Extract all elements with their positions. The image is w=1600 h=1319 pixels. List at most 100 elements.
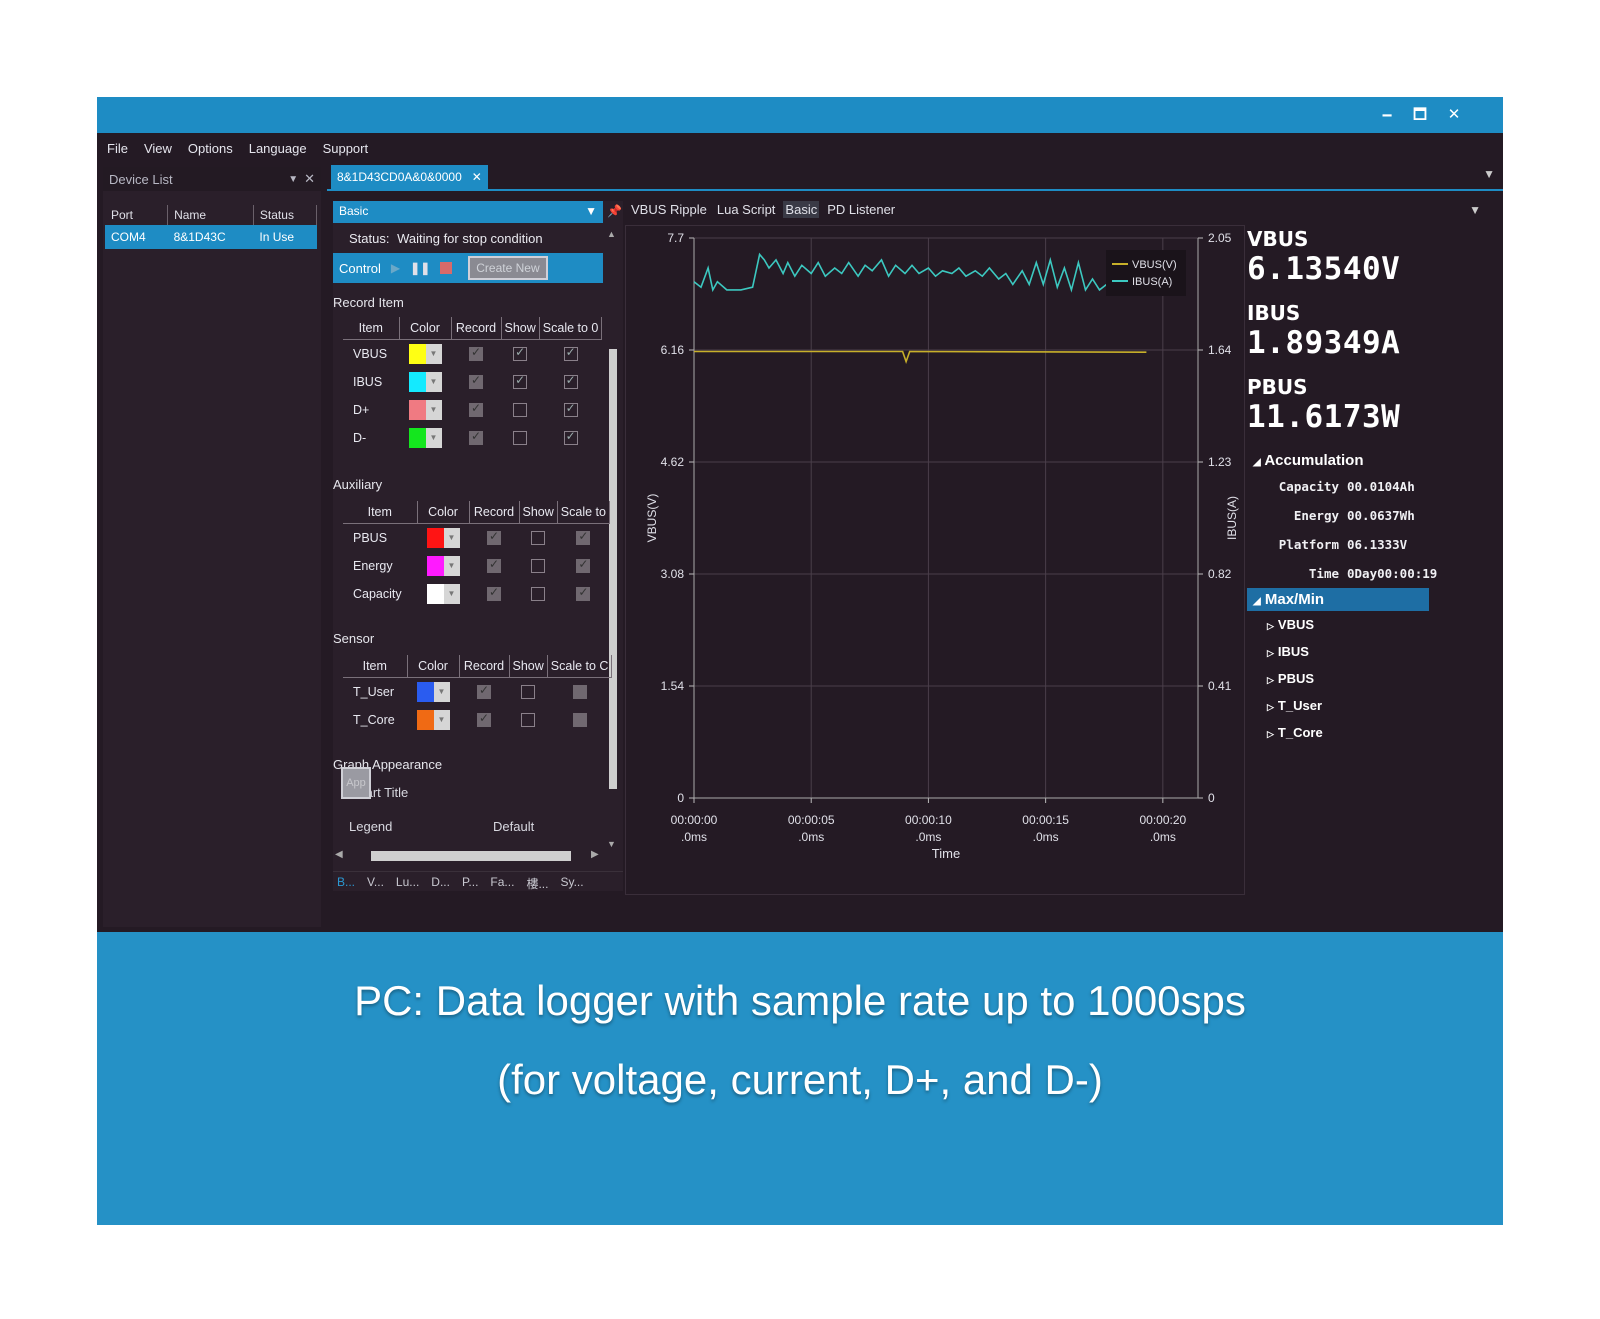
color-dropdown-icon[interactable]: ▼ (443, 556, 460, 576)
play-icon[interactable]: ▶ (391, 261, 400, 275)
create-new-button[interactable]: Create New (468, 256, 548, 280)
stop-icon[interactable] (440, 262, 453, 274)
tab-basic[interactable]: Basic (783, 201, 820, 218)
menu-file[interactable]: File (107, 141, 128, 156)
scale-checkbox[interactable] (563, 401, 578, 418)
pause-icon[interactable]: ❚❚ (410, 261, 430, 275)
color-swatch[interactable] (408, 400, 426, 420)
color-swatch[interactable] (426, 528, 444, 548)
maximize-icon[interactable]: 🗖 (1407, 103, 1433, 127)
scale-checkbox[interactable] (572, 685, 587, 700)
apply-button[interactable]: App (341, 767, 371, 799)
menu-support[interactable]: Support (323, 141, 369, 156)
close-tab-icon[interactable]: ✕ (472, 170, 482, 184)
tab-overflow-icon[interactable]: ▼ (1483, 167, 1495, 181)
close-icon[interactable]: ✕ (1441, 103, 1467, 127)
color-swatch[interactable] (416, 682, 434, 702)
show-checkbox[interactable] (513, 403, 528, 418)
scale-checkbox[interactable] (576, 585, 591, 602)
show-checkbox[interactable] (513, 431, 528, 446)
color-dropdown-icon[interactable]: ▼ (425, 400, 442, 420)
column-name[interactable]: Name (167, 205, 254, 225)
close-panel-icon[interactable]: ✕ (304, 171, 315, 187)
maxmin-item[interactable]: ▷ PBUS (1247, 665, 1487, 692)
row-color-picker[interactable]: ▼ (407, 706, 459, 734)
show-checkbox[interactable] (531, 531, 546, 546)
maxmin-item[interactable]: ▷ T_User (1247, 692, 1487, 719)
tab-vbus-ripple[interactable]: VBUS Ripple (629, 201, 709, 218)
bottom-tab-sy[interactable]: Sy... (560, 875, 583, 893)
show-checkbox[interactable] (531, 587, 546, 602)
scroll-left-icon[interactable]: ◀ (335, 849, 343, 860)
maxmin-item[interactable]: ▷ T_Core (1247, 719, 1487, 746)
bottom-tab-p[interactable]: P... (462, 875, 478, 893)
minimize-icon[interactable]: 🗕 (1374, 103, 1400, 127)
menu-options[interactable]: Options (188, 141, 233, 156)
column-status[interactable]: Status (253, 205, 318, 225)
scroll-right-icon[interactable]: ▶ (591, 849, 599, 860)
chart-menu-icon[interactable]: ▼ (1469, 203, 1481, 217)
row-color-picker[interactable]: ▼ (407, 678, 459, 707)
chart-svg[interactable]: 00:00:00 .0ms 00:00:05 .0ms 00:00:10 .0ms 00:0… (626, 226, 1246, 896)
row-color-picker[interactable]: ▼ (399, 340, 451, 369)
scale-checkbox[interactable] (563, 373, 578, 390)
color-dropdown-icon[interactable]: ▼ (443, 528, 460, 548)
row-color-picker[interactable]: ▼ (417, 580, 469, 608)
scale-checkbox[interactable] (563, 429, 578, 446)
color-swatch[interactable] (426, 556, 444, 576)
color-dropdown-icon[interactable]: ▼ (425, 372, 442, 392)
row-color-picker[interactable]: ▼ (399, 396, 451, 424)
bottom-tab-cn[interactable]: 樓... (526, 875, 548, 893)
show-checkbox[interactable] (531, 559, 546, 574)
bottom-tab-fa[interactable]: Fa... (490, 875, 514, 893)
record-checkbox[interactable] (477, 711, 491, 728)
show-checkbox[interactable] (521, 713, 536, 728)
color-swatch[interactable] (408, 372, 426, 392)
config-hscrollbar[interactable]: ◀ ▶ (333, 849, 605, 863)
row-color-picker[interactable]: ▼ (417, 552, 469, 580)
accumulation-node[interactable]: ◢ Accumulation (1247, 449, 1487, 472)
tab-pd-listener[interactable]: PD Listener (825, 201, 897, 218)
maxmin-node[interactable]: ◢ Max/Min (1247, 588, 1429, 611)
color-swatch[interactable] (416, 710, 434, 730)
color-dropdown-icon[interactable]: ▼ (425, 428, 442, 448)
tab-lua-script[interactable]: Lua Script (715, 201, 778, 218)
show-checkbox[interactable] (513, 345, 528, 362)
color-dropdown-icon[interactable]: ▼ (425, 344, 442, 364)
bottom-tab-basic[interactable]: B... (337, 875, 355, 893)
device-document-tab[interactable]: 8&1D43CD0A&0&0000 ✕ (331, 165, 488, 189)
record-checkbox[interactable] (477, 683, 491, 700)
scale-checkbox[interactable] (563, 345, 578, 362)
column-port[interactable]: Port (105, 205, 169, 225)
record-checkbox[interactable] (469, 345, 483, 362)
bottom-tab-lua[interactable]: Lu... (396, 875, 419, 893)
config-preset-select[interactable]: Basic ▼ (333, 201, 603, 223)
color-dropdown-icon[interactable]: ▼ (443, 584, 460, 604)
color-swatch[interactable] (408, 428, 426, 448)
show-checkbox[interactable] (521, 685, 536, 700)
scale-checkbox[interactable] (576, 557, 591, 574)
hscroll-thumb[interactable] (371, 851, 571, 861)
scroll-up-icon[interactable]: ▲ (607, 229, 616, 239)
maxmin-item[interactable]: ▷ VBUS (1247, 611, 1487, 638)
color-dropdown-icon[interactable]: ▼ (433, 682, 450, 702)
maxmin-item[interactable]: ▷ IBUS (1247, 638, 1487, 665)
scale-checkbox[interactable] (572, 713, 587, 728)
row-color-picker[interactable]: ▼ (399, 368, 451, 396)
scroll-down-icon[interactable]: ▼ (607, 839, 616, 849)
show-checkbox[interactable] (513, 373, 528, 390)
color-swatch[interactable] (408, 344, 426, 364)
device-row[interactable]: COM4 8&1D43C In Use (105, 225, 317, 249)
bottom-tab-d[interactable]: D... (431, 875, 450, 893)
record-checkbox[interactable] (469, 429, 483, 446)
record-checkbox[interactable] (469, 373, 483, 390)
record-checkbox[interactable] (469, 401, 483, 418)
bottom-tab-v[interactable]: V... (367, 875, 384, 893)
legend-select[interactable]: Default (493, 819, 534, 834)
dropdown-arrow-icon[interactable]: ▼ (288, 174, 298, 185)
pin-icon[interactable]: 📌 (607, 204, 622, 218)
row-color-picker[interactable]: ▼ (399, 424, 451, 452)
color-dropdown-icon[interactable]: ▼ (433, 710, 450, 730)
row-color-picker[interactable]: ▼ (417, 524, 469, 553)
scale-checkbox[interactable] (576, 529, 591, 546)
